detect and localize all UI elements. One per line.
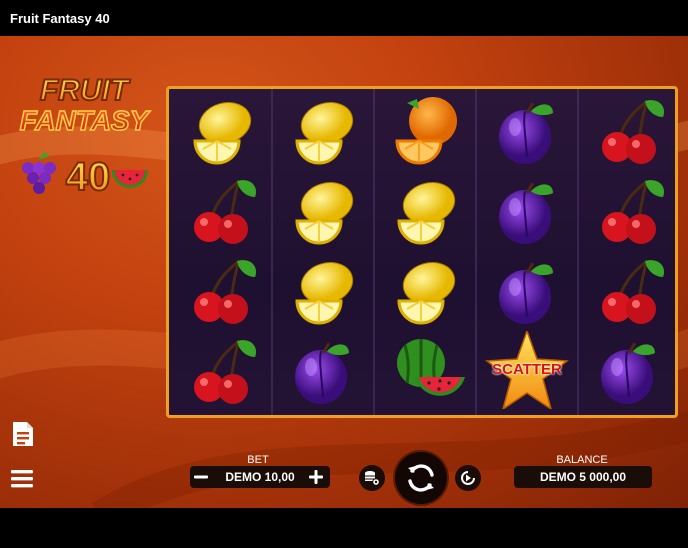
plum-symbol: [581, 331, 677, 409]
balance-value: DEMO 5 000,00: [539, 470, 627, 484]
orange-symbol: [377, 91, 473, 169]
plum-symbol: [479, 171, 575, 249]
bet-settings-button[interactable]: [359, 465, 385, 491]
spin-button[interactable]: [395, 452, 447, 504]
cherry-symbol: [173, 251, 269, 329]
autoplay-icon: [461, 471, 475, 485]
cherry-symbol: [173, 331, 269, 409]
bet-decrease-button[interactable]: [191, 467, 211, 487]
reel-divider: [271, 89, 273, 415]
bet-label: BET: [247, 454, 269, 466]
scatter-label: SCATTER: [492, 361, 562, 378]
logo-line1: FRUIT: [40, 74, 131, 107]
watermelon-slice-icon: [112, 170, 148, 188]
document-icon: [13, 422, 33, 446]
coins-settings-icon: [365, 471, 380, 486]
lemon-symbol: [377, 251, 473, 329]
hamburger-menu-icon: [11, 470, 33, 488]
balance-label: BALANCE: [556, 454, 608, 466]
scatter-symbol: SCATTER: [479, 331, 575, 409]
top-bar: Fruit Fantasy 40: [0, 0, 688, 36]
reel-divider: [373, 89, 375, 415]
balance-display: DEMO 5 000,00: [514, 466, 652, 488]
lemon-symbol: [275, 251, 371, 329]
plum-symbol: [479, 251, 575, 329]
menu-button[interactable]: [9, 465, 37, 493]
watermelon-symbol: [377, 331, 473, 409]
plus-icon: [309, 470, 323, 484]
lemon-symbol: [275, 91, 371, 169]
cherry-symbol: [581, 91, 677, 169]
game-logo: FRUIT FANTASY 40: [8, 66, 160, 200]
lemon-symbol: [275, 171, 371, 249]
bet-increase-button[interactable]: [306, 467, 326, 487]
logo-number: 40: [66, 155, 111, 196]
grapes-icon: [22, 152, 56, 194]
reel-divider: [475, 89, 477, 415]
plum-symbol: [275, 331, 371, 409]
cherry-symbol: [581, 171, 677, 249]
lemon-symbol: [173, 91, 269, 169]
paytable-button[interactable]: [9, 420, 37, 448]
cherry-symbol: [173, 171, 269, 249]
reel-divider: [577, 89, 579, 415]
spin-arrows-icon: [408, 464, 434, 492]
plum-symbol: [479, 91, 575, 169]
reels-area[interactable]: SCATTER: [166, 86, 678, 418]
cherry-symbol: [581, 251, 677, 329]
bottom-bar: [0, 508, 688, 548]
app-title: Fruit Fantasy 40: [10, 11, 110, 26]
bet-value: DEMO 10,00: [225, 470, 295, 484]
logo-line2: FANTASY: [20, 105, 151, 136]
lemon-symbol: [377, 171, 473, 249]
autoplay-button[interactable]: [455, 465, 481, 491]
minus-icon: [194, 475, 208, 479]
